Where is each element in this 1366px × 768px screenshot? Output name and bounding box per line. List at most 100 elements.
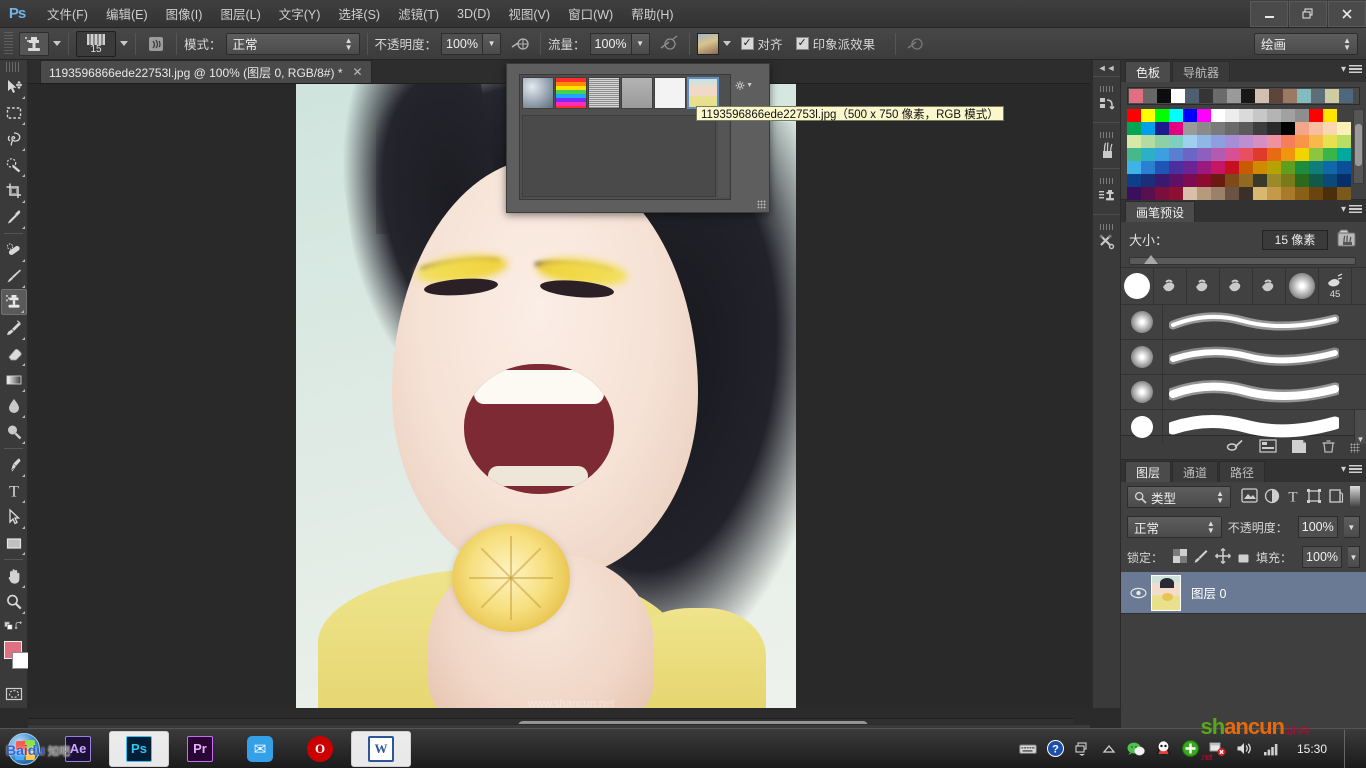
clone-source-pattern-icon[interactable] [697,33,719,55]
preset-lines[interactable] [588,77,620,109]
recent-color-2[interactable] [1157,89,1171,103]
color-swatch-2-4[interactable] [1183,135,1197,148]
color-swatch-2-0[interactable] [1127,135,1141,148]
document-tab[interactable]: 1193596866ede22753l.jpg @ 100% (图层 0, RG… [40,60,372,83]
zoom-tool[interactable] [1,589,27,615]
preset-list-scrollbar[interactable] [718,115,729,197]
recent-color-13[interactable] [1311,89,1325,103]
gradient-tool[interactable] [1,367,27,393]
color-swatch-0-12[interactable] [1295,109,1309,122]
color-swatch-2-6[interactable] [1211,135,1225,148]
color-swatch-2-11[interactable] [1281,135,1295,148]
color-swatch-1-7[interactable] [1225,122,1239,135]
color-swatch-1-5[interactable] [1197,122,1211,135]
color-swatch-1-2[interactable] [1155,122,1169,135]
healing-brush-tool[interactable] [1,237,27,263]
color-swatch-control[interactable] [0,639,28,675]
minimize-button[interactable] [1250,1,1288,27]
color-swatch-4-8[interactable] [1239,161,1253,174]
color-swatch-5-9[interactable] [1253,174,1267,187]
color-swatch-4-6[interactable] [1211,161,1225,174]
color-swatch-4-1[interactable] [1141,161,1155,174]
color-swatch-5-2[interactable] [1155,174,1169,187]
filter-shape-icon[interactable] [1306,488,1322,507]
tablet-pressure-icon[interactable] [656,32,682,56]
recent-color-8[interactable] [1241,89,1255,103]
color-swatch-6-10[interactable] [1267,187,1281,200]
tab-swatches[interactable]: 色板 [1125,61,1171,82]
color-swatch-4-2[interactable] [1155,161,1169,174]
options-bar-grip[interactable] [4,32,13,56]
color-swatch-0-13[interactable] [1309,109,1323,122]
panel-resize-grip[interactable] [1350,443,1360,453]
blend-mode-select[interactable]: 正常 ▲▼ [226,33,360,55]
color-swatch-3-7[interactable] [1225,148,1239,161]
rectangle-tool[interactable] [1,530,27,556]
taskbar-app-foxmail[interactable]: ✉ [231,731,289,767]
eye-icon[interactable] [1125,587,1151,599]
color-swatch-0-14[interactable] [1323,109,1337,122]
tab-paths[interactable]: 路径 [1219,461,1265,482]
color-swatch-3-11[interactable] [1281,148,1295,161]
color-swatch-3-15[interactable] [1337,148,1351,161]
clone-source-picker-panel[interactable]: ▼ [506,63,770,213]
blur-tool[interactable] [1,393,27,419]
color-swatch-2-2[interactable] [1155,135,1169,148]
color-swatch-3-3[interactable] [1169,148,1183,161]
color-swatch-6-13[interactable] [1309,187,1323,200]
preset-bubbles[interactable] [522,77,554,109]
history-panel-icon[interactable] [1093,76,1121,122]
color-swatch-5-14[interactable] [1323,174,1337,187]
pattern-caret[interactable] [723,41,731,46]
color-swatch-3-8[interactable] [1239,148,1253,161]
color-swatch-3-14[interactable] [1323,148,1337,161]
lock-position-icon[interactable] [1215,548,1231,567]
recent-color-14[interactable] [1325,89,1339,103]
color-swatch-1-10[interactable] [1267,122,1281,135]
impressionist-checkbox[interactable]: ✓ 印象派效果 [796,34,880,53]
color-swatch-0-10[interactable] [1267,109,1281,122]
color-swatch-6-14[interactable] [1323,187,1337,200]
recent-color-10[interactable] [1269,89,1283,103]
color-swatch-5-0[interactable] [1127,174,1141,187]
color-swatch-2-13[interactable] [1309,135,1323,148]
color-swatch-2-3[interactable] [1169,135,1183,148]
taskbar-app-premiere[interactable]: Pr [171,731,229,767]
close-button[interactable] [1328,1,1366,27]
toolbar-grip[interactable] [6,62,21,72]
layer-thumbnail[interactable] [1151,575,1181,611]
color-swatch-5-1[interactable] [1141,174,1155,187]
color-swatch-6-1[interactable] [1141,187,1155,200]
flow-dropdown[interactable]: ▼ [632,33,650,55]
color-swatch-3-0[interactable] [1127,148,1141,161]
lasso-tool[interactable] [1,126,27,152]
brush-chalk-d[interactable] [1253,268,1286,304]
brush-size-preview[interactable]: 15 [76,31,116,57]
color-swatch-5-10[interactable] [1267,174,1281,187]
keyboard-icon[interactable] [1019,740,1037,758]
layer-filter-select[interactable]: 类型 ▲▼ [1127,486,1231,508]
color-swatch-1-1[interactable] [1141,122,1155,135]
delete-layer-icon[interactable] [1321,439,1336,457]
collapse-dock-button[interactable]: ◄◄ [1093,60,1120,76]
panel-menu-icon[interactable]: ▾ [1341,204,1362,215]
default-colors-icon[interactable] [4,619,14,633]
color-swatch-5-8[interactable] [1239,174,1253,187]
layer-filter-toggle[interactable] [1350,486,1360,508]
recent-color-9[interactable] [1255,89,1269,103]
background-color-swatch[interactable] [12,652,29,669]
marquee-tool[interactable] [1,100,27,126]
quick-selection-tool[interactable] [1,152,27,178]
recent-color-1[interactable] [1143,89,1157,103]
color-swatch-1-0[interactable] [1127,122,1141,135]
color-swatch-6-3[interactable] [1169,187,1183,200]
color-swatch-0-1[interactable] [1141,109,1155,122]
brush-list-scrollbar[interactable]: ▼ [1354,410,1366,444]
show-desktop-button[interactable] [1344,730,1358,768]
color-swatch-5-15[interactable] [1337,174,1351,187]
recent-color-12[interactable] [1297,89,1311,103]
layer-name[interactable]: 图层 0 [1191,583,1226,602]
opacity-input[interactable]: 100% [441,33,483,55]
color-swatch-1-4[interactable] [1183,122,1197,135]
color-swatch-3-5[interactable] [1197,148,1211,161]
